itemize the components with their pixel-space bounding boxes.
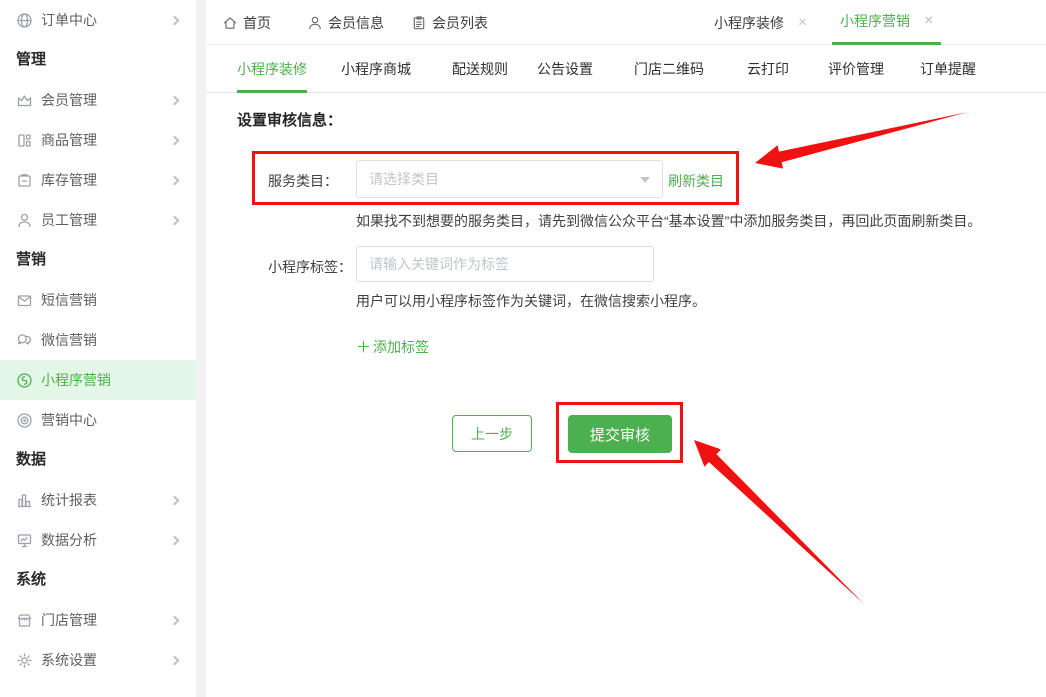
sidebar-item-member-management[interactable]: 会员管理	[0, 80, 196, 120]
clipboard-icon	[411, 15, 427, 31]
crown-icon	[16, 92, 33, 109]
store-icon	[16, 612, 33, 629]
sidebar-item-label: 微信营销	[41, 330, 97, 350]
subtab-miniprogram-mall[interactable]: 小程序商城	[341, 45, 411, 93]
submit-review-button[interactable]: 提交审核	[568, 415, 672, 453]
monitor-chart-icon	[16, 532, 33, 549]
previous-step-button[interactable]: 上一步	[452, 415, 532, 452]
tag-help-text: 用户可以用小程序标签作为关键词，在微信搜索小程序。	[356, 291, 706, 311]
tab-member-info[interactable]: 会员信息	[307, 0, 384, 45]
gear-icon	[16, 652, 33, 669]
sidebar-divider	[196, 0, 206, 697]
chevron-right-icon	[170, 135, 180, 145]
tab-miniprogram-marketing[interactable]: 小程序营销 ×	[832, 0, 941, 45]
sidebar-item-data-analysis[interactable]: 数据分析	[0, 520, 196, 560]
sidebar-item-statistics-report[interactable]: 统计报表	[0, 480, 196, 520]
home-icon	[222, 15, 238, 31]
subtab-announcement-settings[interactable]: 公告设置	[537, 45, 593, 93]
sidebar-item-label: 门店管理	[41, 610, 97, 630]
tab-member-list[interactable]: 会员列表	[411, 0, 488, 45]
sidebar-item-inventory-management[interactable]: 库存管理	[0, 160, 196, 200]
sidebar-item-order-center[interactable]: 订单中心	[0, 0, 196, 40]
close-icon[interactable]: ×	[924, 12, 933, 30]
sidebar-item-label: 短信营销	[41, 290, 97, 310]
category-help-text: 如果找不到想要的服务类目，请先到微信公众平台“基本设置”中添加服务类目，再回此页…	[356, 211, 981, 231]
add-tag-link[interactable]: ＋ 添加标签	[356, 336, 429, 357]
close-icon[interactable]: ×	[798, 14, 807, 32]
sidebar-item-label: 商品管理	[41, 130, 97, 150]
tab-home[interactable]: 首页	[222, 0, 271, 45]
subtab-store-qrcode[interactable]: 门店二维码	[634, 45, 704, 93]
sidebar-item-system-settings[interactable]: 系统设置	[0, 640, 196, 680]
annotation-arrow-submit	[694, 440, 864, 604]
subtab-cloud-print[interactable]: 云打印	[747, 45, 789, 93]
chevron-right-icon	[170, 175, 180, 185]
user-icon	[307, 15, 323, 31]
bar-chart-icon	[16, 492, 33, 509]
miniprogram-tag-label: 小程序标签：	[268, 257, 352, 277]
wechat-icon	[16, 332, 33, 349]
service-category-label: 服务类目：	[268, 171, 338, 191]
sidebar-section-data: 数据	[0, 440, 196, 480]
sidebar-item-goods-management[interactable]: 商品管理	[0, 120, 196, 160]
sidebar-item-miniprogram-marketing[interactable]: 小程序营销	[0, 360, 196, 400]
sidebar-item-label: 数据分析	[41, 530, 97, 550]
sidebar-item-label: 会员管理	[41, 90, 97, 110]
person-icon	[16, 212, 33, 229]
sidebar-item-label: 小程序营销	[41, 370, 111, 390]
sidebar-item-staff-management[interactable]: 员工管理	[0, 200, 196, 240]
miniprogram-tag-input[interactable]	[356, 246, 654, 282]
tab-miniprogram-decoration[interactable]: 小程序装修 ×	[714, 0, 807, 45]
sidebar-section-marketing: 营销	[0, 240, 196, 280]
subtab-delivery-rules[interactable]: 配送规则	[452, 45, 508, 93]
form-heading: 设置审核信息：	[237, 109, 342, 130]
target-icon	[16, 412, 33, 429]
chevron-right-icon	[170, 15, 180, 25]
sidebar-item-label: 系统设置	[41, 650, 97, 670]
subtab-order-reminder[interactable]: 订单提醒	[920, 45, 976, 93]
miniprogram-icon	[16, 372, 33, 389]
chevron-right-icon	[170, 535, 180, 545]
goods-icon	[16, 132, 33, 149]
sidebar-item-marketing-center[interactable]: 营销中心	[0, 400, 196, 440]
section-tabbar: 小程序装修 小程序商城 配送规则 公告设置 门店二维码 云打印 评价管理 订单提…	[206, 45, 1046, 93]
sidebar-item-sms-marketing[interactable]: 短信营销	[0, 280, 196, 320]
sidebar-item-wechat-marketing[interactable]: 微信营销	[0, 320, 196, 360]
chevron-right-icon	[170, 95, 180, 105]
sidebar-item-store-management[interactable]: 门店管理	[0, 600, 196, 640]
sidebar-section-system: 系统	[0, 560, 196, 600]
service-category-select[interactable]: 请选择类目	[356, 160, 663, 198]
subtab-review-management[interactable]: 评价管理	[828, 45, 884, 93]
open-pages-tabbar: 首页 会员信息 会员列表 小程序装修 × 小程序营销 ×	[206, 0, 1046, 45]
chevron-down-icon	[640, 177, 650, 183]
sidebar-item-label: 员工管理	[41, 210, 97, 230]
inventory-box-icon	[16, 172, 33, 189]
sidebar-item-label: 统计报表	[41, 490, 97, 510]
sidebar-item-label: 库存管理	[41, 170, 97, 190]
subtab-miniprogram-decoration[interactable]: 小程序装修	[237, 45, 307, 93]
mail-icon	[16, 292, 33, 309]
app-page: 订单中心 管理 会员管理 商品管理 库存管理 员工管理 营销 短信营销	[0, 0, 1046, 697]
annotation-arrow-category	[755, 112, 968, 169]
globe-icon	[16, 12, 33, 29]
chevron-right-icon	[170, 215, 180, 225]
sidebar-item-label: 营销中心	[41, 410, 97, 430]
plus-icon: ＋	[356, 336, 371, 357]
sidebar: 订单中心 管理 会员管理 商品管理 库存管理 员工管理 营销 短信营销	[0, 0, 196, 697]
sidebar-item-label: 订单中心	[41, 10, 97, 30]
chevron-right-icon	[170, 655, 180, 665]
chevron-right-icon	[170, 495, 180, 505]
refresh-category-link[interactable]: 刷新类目	[668, 171, 724, 191]
sidebar-section-management: 管理	[0, 40, 196, 80]
select-placeholder: 请选择类目	[369, 169, 439, 189]
chevron-right-icon	[170, 615, 180, 625]
